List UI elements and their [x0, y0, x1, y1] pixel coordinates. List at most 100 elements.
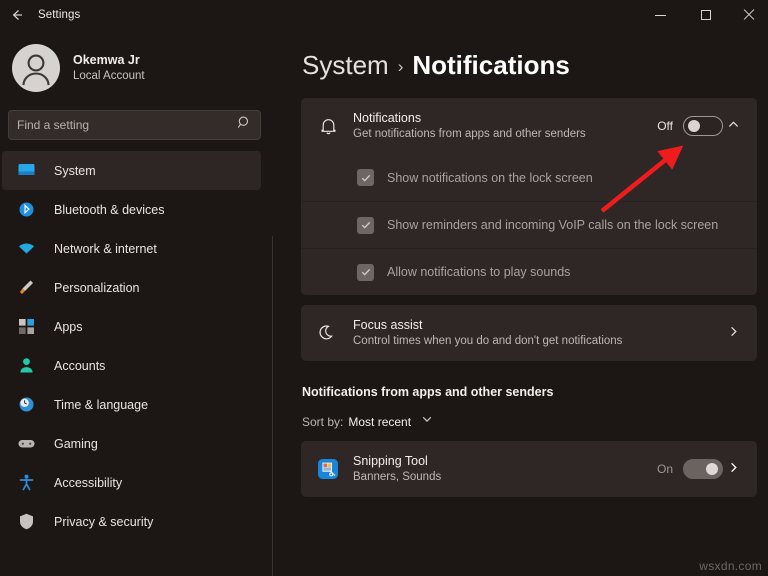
- watermark: wsxdn.com: [699, 559, 762, 573]
- checkbox-checked-icon[interactable]: [357, 216, 374, 234]
- bluetooth-icon: [16, 200, 36, 220]
- accessibility-icon: [16, 473, 36, 493]
- account-block[interactable]: Okemwa Jr Local Account: [0, 30, 273, 106]
- back-arrow-icon: [12, 10, 22, 20]
- app-text: Snipping Tool Banners, Sounds: [341, 453, 657, 485]
- sidebar-item-label: Bluetooth & devices: [54, 202, 165, 217]
- notifications-text: Notifications Get notifications from app…: [341, 110, 657, 142]
- notifications-toggle-state: Off: [657, 119, 673, 133]
- sidebar-item-gaming[interactable]: Gaming: [2, 424, 261, 463]
- chevron-up-icon[interactable]: [723, 117, 743, 135]
- apps-grid-icon: [16, 317, 36, 337]
- suboption-voip-calls[interactable]: Show reminders and incoming VoIP calls o…: [301, 201, 757, 248]
- sidebar-scrollbar[interactable]: [272, 236, 273, 576]
- sidebar-nav: System Bluetooth & devices Network & int…: [0, 151, 273, 541]
- suboption-label: Show reminders and incoming VoIP calls o…: [387, 218, 719, 232]
- app-name: Snipping Tool: [353, 454, 428, 468]
- suboption-play-sounds[interactable]: Allow notifications to play sounds: [301, 248, 757, 295]
- app-detail: Banners, Sounds: [353, 471, 442, 483]
- title-bar: Settings: [0, 0, 768, 30]
- sort-value: Most recent: [348, 414, 412, 429]
- close-icon: [742, 9, 754, 21]
- notifications-subtitle: Get notifications from apps and other se…: [353, 128, 586, 140]
- notifications-card: Notifications Get notifications from app…: [301, 98, 757, 295]
- toggle-knob: [688, 120, 700, 132]
- suboption-label: Allow notifications to play sounds: [387, 265, 571, 279]
- sidebar: Okemwa Jr Local Account Find a setting S…: [0, 30, 273, 576]
- app-toggle-state: On: [656, 462, 673, 476]
- breadcrumb-parent[interactable]: System: [302, 50, 389, 81]
- search-input[interactable]: [17, 118, 233, 132]
- person-avatar-icon: [22, 54, 50, 86]
- sidebar-item-bluetooth-devices[interactable]: Bluetooth & devices: [2, 190, 261, 229]
- snipping-tool-icon: [315, 457, 341, 481]
- minimize-icon: [655, 14, 666, 16]
- app-notification-list: Snipping Tool Banners, Sounds On: [301, 441, 757, 497]
- sidebar-item-label: Accounts: [54, 358, 106, 373]
- page-title: Notifications: [412, 50, 570, 80]
- account-text: Okemwa Jr Local Account: [73, 52, 145, 84]
- chevron-right-icon[interactable]: [723, 460, 743, 478]
- apps-section-heading: Notifications from apps and other sender…: [302, 385, 554, 399]
- monitor-icon: [16, 161, 36, 181]
- sidebar-item-privacy-security[interactable]: Privacy & security: [2, 502, 261, 541]
- clock-icon: [16, 395, 36, 415]
- notifications-toggle[interactable]: [683, 116, 723, 136]
- avatar: [12, 44, 60, 92]
- account-name: Okemwa Jr: [73, 53, 140, 67]
- notifications-title: Notifications: [353, 111, 422, 125]
- person-icon: [16, 356, 36, 376]
- app-toggle[interactable]: [683, 459, 723, 479]
- maximize-icon: [700, 10, 711, 20]
- sidebar-item-label: System: [54, 163, 96, 178]
- moon-icon: [315, 323, 341, 343]
- sidebar-item-accessibility[interactable]: Accessibility: [2, 463, 261, 502]
- back-button[interactable]: [0, 0, 34, 30]
- search-icon: [237, 115, 252, 135]
- bell-icon: [315, 116, 341, 136]
- focus-assist-row[interactable]: Focus assist Control times when you do a…: [301, 305, 757, 361]
- focus-assist-text: Focus assist Control times when you do a…: [341, 317, 723, 349]
- sort-control[interactable]: Sort by: Most recent: [302, 412, 768, 431]
- window-title: Settings: [38, 9, 81, 21]
- account-subtitle: Local Account: [73, 70, 145, 82]
- sidebar-item-personalization[interactable]: Personalization: [2, 268, 261, 307]
- sidebar-item-system[interactable]: System: [2, 151, 261, 190]
- sidebar-item-label: Gaming: [54, 436, 98, 451]
- chevron-down-icon[interactable]: [420, 412, 434, 431]
- wifi-icon: [16, 239, 36, 259]
- breadcrumb: System › Notifications: [290, 30, 768, 81]
- focus-assist-subtitle: Control times when you do and don't get …: [353, 335, 623, 347]
- sort-label: Sort by:: [302, 414, 344, 429]
- sidebar-item-label: Privacy & security: [54, 514, 154, 529]
- paintbrush-icon: [16, 278, 36, 298]
- breadcrumb-separator-icon: ›: [397, 57, 404, 76]
- sidebar-item-label: Personalization: [54, 280, 140, 295]
- search-box[interactable]: [8, 110, 261, 140]
- focus-assist-title: Focus assist: [353, 318, 423, 332]
- maximize-button[interactable]: [683, 0, 728, 30]
- suboption-label: Show notifications on the lock screen: [387, 170, 593, 185]
- close-button[interactable]: [728, 0, 768, 30]
- sidebar-item-label: Network & internet: [54, 241, 157, 256]
- sidebar-item-apps[interactable]: Apps: [2, 307, 261, 346]
- sidebar-item-accounts[interactable]: Accounts: [2, 346, 261, 385]
- sidebar-item-label: Accessibility: [54, 475, 123, 490]
- sidebar-item-label: Apps: [54, 319, 83, 334]
- sidebar-item-network-internet[interactable]: Network & internet: [2, 229, 261, 268]
- toggle-knob: [706, 463, 718, 475]
- focus-assist-card[interactable]: Focus assist Control times when you do a…: [301, 305, 757, 361]
- app-row-snipping-tool[interactable]: Snipping Tool Banners, Sounds On: [301, 441, 757, 497]
- suboption-lock-screen[interactable]: Show notifications on the lock screen: [301, 154, 757, 201]
- chevron-right-icon[interactable]: [723, 324, 743, 342]
- checkbox-checked-icon[interactable]: [357, 263, 374, 281]
- settings-window: Settings Okemwa Jr Local Account Find a …: [0, 0, 768, 576]
- notifications-master-row[interactable]: Notifications Get notifications from app…: [301, 98, 757, 154]
- gamepad-icon: [16, 434, 36, 454]
- window-controls: [638, 0, 768, 30]
- sidebar-item-label: Time & language: [54, 397, 149, 412]
- sidebar-item-time-language[interactable]: Time & language: [2, 385, 261, 424]
- checkbox-checked-icon[interactable]: [357, 169, 374, 186]
- main-content: System › Notifications Notifications Get…: [290, 30, 768, 576]
- minimize-button[interactable]: [638, 0, 683, 30]
